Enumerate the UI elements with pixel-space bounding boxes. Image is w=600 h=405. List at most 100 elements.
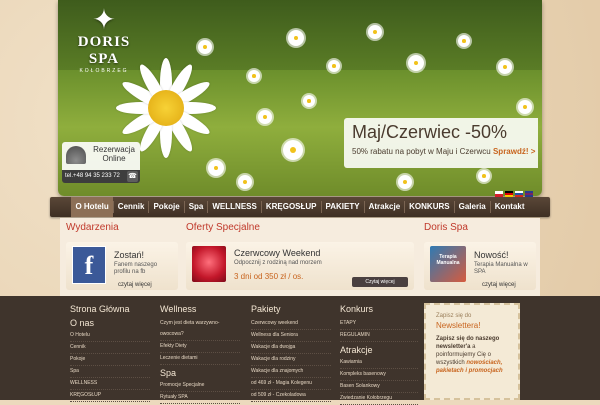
daisy — [368, 25, 382, 39]
footer-heading-packages[interactable]: Pakiety — [251, 304, 331, 314]
footer-subheading-spa[interactable]: Spa — [160, 368, 240, 378]
spa-column: Doris Spa Terapia Manualna Nowość! Terap… — [424, 222, 536, 294]
rose-image — [192, 246, 226, 282]
daisy — [258, 110, 272, 124]
nav-item-kontakt[interactable]: Kontakt — [491, 197, 529, 217]
footer-col-packages: Pakiety Czerwcowy weekend Wellness dla S… — [251, 304, 331, 402]
nav-item-cennik[interactable]: Cennik — [114, 197, 149, 217]
newsletter-box[interactable]: Zapisz się do Newslettera! Zapisz się do… — [424, 303, 520, 400]
daisy — [328, 60, 340, 72]
daisy — [198, 40, 212, 54]
nav-item-pakiety[interactable]: PAKIETY — [322, 197, 364, 217]
daisy — [238, 175, 252, 189]
footer-subheading-attractions[interactable]: Atrakcje — [340, 345, 418, 355]
events-heading: Wydarzenia — [66, 222, 119, 233]
phone-number: tel.+48 94 35 233 72 — [65, 173, 120, 179]
hero-banner: ✦ DORIS SPA KOŁOBRZEG Maj/Czerwiec -50% … — [58, 0, 542, 196]
footer-col-wellness: Wellness Czym jest dieta warzywno-owocow… — [160, 304, 240, 404]
daisy — [303, 95, 315, 107]
newsletter-title: Newslettera! — [436, 321, 481, 330]
offers-card-title: Czerwcowy Weekend — [234, 248, 321, 258]
promo-text: 50% rabatu na pobyt w Maju i Czerwcu Spr… — [352, 147, 535, 156]
spa-card-text: Terapia Manualna w SPA — [474, 262, 528, 275]
footer-link[interactable]: Kompleks basenowy — [340, 369, 418, 381]
footer-link[interactable]: od 469 zł - Magia Kolegenu — [251, 378, 331, 390]
daisy — [408, 55, 424, 71]
spa-card[interactable]: Terapia Manualna Nowość! Terapia Manualn… — [424, 242, 536, 290]
nav-item-spa[interactable]: Spa — [185, 197, 208, 217]
footer-link[interactable]: Czerwcowy weekend — [251, 318, 331, 330]
service-bell-icon — [66, 146, 86, 164]
events-card[interactable]: f Zostań! Fanem naszego profilu na fb cz… — [66, 242, 178, 290]
nav-item-wellness[interactable]: WELLNESS — [208, 197, 260, 217]
daisy — [498, 60, 512, 74]
footer-heading-contest[interactable]: Konkurs — [340, 304, 418, 314]
events-more-link[interactable]: czytaj więcej — [118, 282, 152, 288]
footer-link[interactable]: Rytuały SPA — [160, 392, 240, 404]
offers-more-button[interactable]: Czytaj więcej — [352, 277, 408, 287]
daisy — [458, 35, 470, 47]
footer-link[interactable]: WELLNESS — [70, 378, 150, 390]
footer-col-main: Strona Główna O nas O Hotelu Cennik Poko… — [70, 304, 150, 402]
nav-item-pokoje[interactable]: Pokoje — [149, 197, 183, 217]
newsletter-intro: Zapisz się do — [436, 313, 472, 319]
newsletter-text-bold: Zapisz się do naszego newsletter'a — [436, 336, 500, 350]
promo-cta-link[interactable]: Sprawdź! > — [493, 147, 535, 156]
daisy — [283, 140, 303, 160]
footer-link[interactable]: Spa — [70, 366, 150, 378]
footer-link[interactable]: ETAPY — [340, 318, 418, 330]
daisy-center — [148, 90, 184, 126]
promo-title: Maj/Czerwiec -50% — [352, 122, 508, 142]
footer-link[interactable]: O Hotelu — [70, 330, 150, 342]
events-card-title: Zostań! — [114, 250, 145, 260]
nav-item-galeria[interactable]: Galeria — [455, 197, 490, 217]
footer-link[interactable]: REGULAMIN — [340, 330, 418, 342]
footer-col-contest: Konkurs ETAPY REGULAMIN Atrakcje Kawiarn… — [340, 304, 418, 405]
offers-price: 3 dni od 350 zł / os. — [234, 272, 304, 281]
footer-link[interactable]: Kawiarnia — [340, 357, 418, 369]
footer-link[interactable]: Leczenie dietami — [160, 353, 240, 365]
facebook-icon[interactable]: f — [72, 246, 106, 284]
compass-star-icon: ✦ — [92, 4, 116, 35]
offers-column: Oferty Specjalne Czerwcowy Weekend Odpoc… — [186, 222, 416, 294]
promo-text-body: 50% rabatu na pobyt w Maju i Czerwcu — [352, 147, 491, 156]
footer-link[interactable]: Wakacje dla dwojga — [251, 342, 331, 354]
offers-card-text: Odpocznij z rodziną nad morzem — [234, 260, 322, 266]
footer-heading-wellness[interactable]: Wellness — [160, 304, 240, 314]
footer-link[interactable]: Efekty Diety — [160, 341, 240, 353]
brand-tagline: KOŁOBRZEG — [79, 68, 129, 74]
footer-heading-main[interactable]: Strona Główna — [70, 304, 150, 314]
offers-card[interactable]: Czerwcowy Weekend Odpocznij z rodziną na… — [186, 242, 414, 290]
footer-link[interactable]: od 509 zł - Czekoladowa — [251, 390, 331, 402]
promo-box[interactable]: Maj/Czerwiec -50% 50% rabatu na pobyt w … — [344, 118, 538, 168]
brand-logo[interactable]: ✦ DORIS SPA KOŁOBRZEG — [64, 4, 144, 75]
footer-link[interactable]: Wakacje dla znajomych — [251, 366, 331, 378]
phone-icon: ☎ — [127, 171, 138, 182]
offers-heading: Oferty Specjalne — [186, 222, 260, 233]
spa-heading: Doris Spa — [424, 222, 468, 233]
newsletter-text: Zapisz się do naszego newsletter'a a poi… — [436, 335, 516, 375]
spa-more-link[interactable]: czytaj więcej — [482, 282, 516, 288]
events-column: Wydarzenia f Zostań! Fanem naszego profi… — [66, 222, 180, 294]
footer-link[interactable]: Czym jest dieta warzywno-owocowa? — [160, 318, 240, 341]
footer-link[interactable]: KRĘGOSŁUP — [70, 390, 150, 402]
footer-link[interactable]: Basen Solankowy — [340, 381, 418, 393]
footer-link[interactable]: Cennik — [70, 342, 150, 354]
nav-item-kregoslup[interactable]: KRĘGOSŁUP — [262, 197, 321, 217]
brand-name: DORIS SPA — [77, 34, 131, 67]
footer-subheading-about[interactable]: O nas — [70, 318, 150, 328]
reservation-label-line1: Rezerwacja — [93, 145, 135, 154]
content-columns: Wydarzenia f Zostań! Fanem naszego profi… — [60, 218, 540, 296]
footer-link[interactable]: Wellness dla Seniora — [251, 330, 331, 342]
footer-link[interactable]: Pokoje — [70, 354, 150, 366]
spa-card-title: Nowość! — [474, 250, 509, 260]
footer-link[interactable]: Promocje Specjalne — [160, 380, 240, 392]
footer-link[interactable]: Wakacje dla rodziny — [251, 354, 331, 366]
phone-bar: tel.+48 94 35 233 72 ☎ — [62, 170, 140, 183]
daisy — [288, 30, 304, 46]
nav-item-o-hotelu[interactable]: O Hotelu — [71, 197, 113, 217]
events-card-text: Fanem naszego profilu na fb — [114, 262, 158, 275]
footer-link[interactable]: Zwiedzanie Kołobrzegu — [340, 393, 418, 405]
nav-item-atrakcje[interactable]: Atrakcje — [365, 197, 405, 217]
nav-item-konkurs[interactable]: KONKURS — [405, 197, 453, 217]
